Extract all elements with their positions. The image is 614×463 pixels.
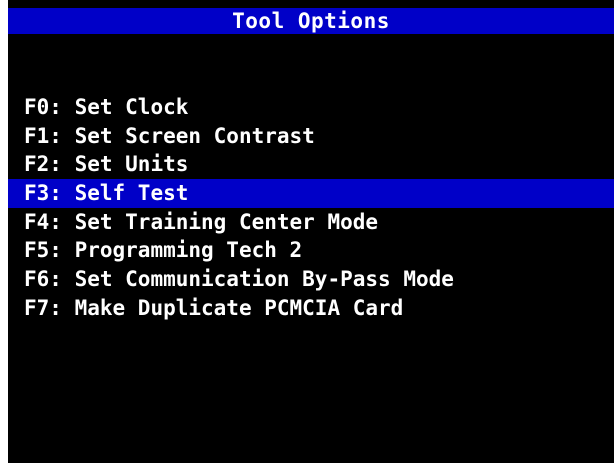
menu-item-programming-tech-2[interactable]: F5: Programming Tech 2 [8,236,614,265]
menu-item-label: Programming Tech 2 [74,238,303,263]
menu-item-key: F5: [24,238,62,263]
tool-options-menu: F0: Set Clock F1: Set Screen Contrast F2… [8,93,614,323]
menu-item-make-duplicate-pcmcia-card[interactable]: F7: Make Duplicate PCMCIA Card [8,294,614,323]
menu-item-set-clock[interactable]: F0: Set Clock [8,93,614,122]
menu-item-set-training-center-mode[interactable]: F4: Set Training Center Mode [8,208,614,237]
menu-item-label: Set Clock [74,95,189,119]
menu-item-set-communication-bypass-mode[interactable]: F6: Set Communication By-Pass Mode [8,265,614,294]
menu-item-key: F0: [24,95,62,119]
menu-item-set-screen-contrast[interactable]: F1: Set Screen Contrast [8,122,614,151]
menu-item-key: F6: [24,267,62,292]
device-screen: Tool Options F0: Set Clock F1: Set Scree… [8,0,614,463]
menu-item-key: F4: [24,209,62,234]
menu-item-key: F1: [24,123,62,148]
menu-item-key: F7: [24,295,62,320]
menu-item-label: Set Training Center Mode [74,209,379,234]
menu-item-set-units[interactable]: F2: Set Units [8,150,614,179]
menu-item-label: Set Screen Contrast [74,123,315,148]
menu-item-key: F2: [24,152,62,177]
menu-item-key: F3: [24,181,62,206]
menu-item-label: Set Units [74,152,189,177]
menu-item-label: Self Test [74,181,189,206]
menu-item-label: Make Duplicate PCMCIA Card [74,295,404,320]
menu-item-self-test[interactable]: F3: Self Test [8,179,614,208]
menu-item-label: Set Communication By-Pass Mode [74,267,454,292]
screen-title: Tool Options [8,8,614,34]
